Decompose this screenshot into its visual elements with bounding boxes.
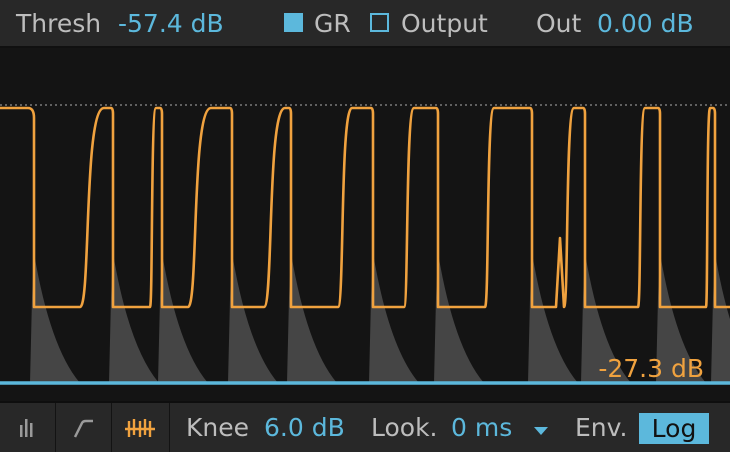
- gr-label[interactable]: GR: [314, 8, 351, 40]
- top-bar: Thresh -57.4 dB GR Output Out 0.00 dB: [0, 0, 730, 48]
- meter-view-button[interactable]: [0, 403, 56, 452]
- activity-display: -27.3 dB: [0, 48, 730, 400]
- transfer-curve-icon: [73, 419, 93, 438]
- output-checkbox[interactable]: [370, 13, 389, 32]
- out-value[interactable]: 0.00 dB: [597, 8, 694, 40]
- bottom-bar: Knee 6.0 dB Look. 0 ms Env. Log: [0, 401, 730, 452]
- transfer-view-button[interactable]: [56, 403, 112, 452]
- envelope-label: Env.: [575, 413, 628, 442]
- output-label[interactable]: Output: [401, 8, 493, 40]
- knee-label: Knee: [186, 413, 250, 442]
- envelope-graph: [0, 104, 730, 385]
- level-spike: [30, 253, 80, 383]
- level-spike: [158, 253, 208, 383]
- level-spike: [287, 253, 337, 383]
- thresh-label: Thresh: [16, 9, 102, 38]
- gain-reduction-envelope: [0, 106, 730, 309]
- out-label: Out: [536, 9, 582, 38]
- thresh-value[interactable]: -57.4 dB: [118, 8, 224, 40]
- envelope-mode-log-button[interactable]: Log: [639, 413, 709, 444]
- level-spike: [369, 253, 419, 383]
- compressor-device: Thresh -57.4 dB GR Output Out 0.00 dB -2…: [0, 0, 730, 452]
- lookahead-value[interactable]: 0 ms: [451, 412, 512, 444]
- level-spike: [528, 253, 578, 383]
- bar-meter-icon: [20, 419, 33, 437]
- chevron-down-icon[interactable]: [534, 427, 548, 435]
- level-spike: [228, 253, 278, 383]
- lookahead-label: Look.: [371, 413, 438, 442]
- level-spike: [434, 253, 484, 383]
- activity-view-icon: [125, 419, 155, 437]
- gr-checkbox[interactable]: [284, 13, 303, 32]
- gr-readout: -27.3 dB: [598, 354, 704, 383]
- knee-value[interactable]: 6.0 dB: [264, 412, 345, 444]
- activity-view-button[interactable]: [112, 403, 170, 452]
